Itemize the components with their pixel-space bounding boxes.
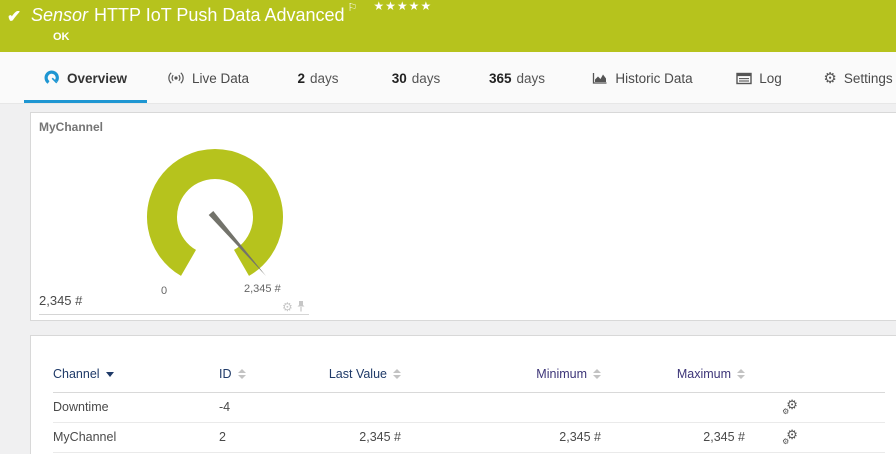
gauge-widget-divider [39,314,309,315]
channel-table: Channel ID Last Value Minimum Maximum [53,356,885,453]
broadcast-icon [167,71,185,85]
channel-settings-gears-icon[interactable]: ⚙⚙ [782,400,798,414]
channel-table-card: Channel ID Last Value Minimum Maximum [30,335,896,454]
gear-icon: ⚙ [823,71,836,86]
tab-day-count: 30 [392,71,407,86]
column-label: ID [219,367,232,381]
tab-365-days[interactable]: 365 days [482,52,552,104]
column-header-actions [745,356,835,392]
maximum-cell: 2,345 # [601,422,745,452]
channel-name-cell[interactable]: MyChannel [53,422,219,452]
tab-settings[interactable]: ⚙ Settings [820,52,896,104]
tab-day-unit: days [310,71,339,86]
sort-desc-icon [106,372,114,377]
sort-both-icon [593,369,601,379]
gauge-icon [44,70,60,86]
table-row: MyChannel 2 2,345 # 2,345 # 2,345 # ⚙⚙ [53,422,885,452]
table-row: Downtime -4 ⚙⚙ [53,392,885,422]
tab-30-days[interactable]: 30 days [384,52,448,104]
channel-id-cell: -4 [219,392,301,422]
tab-day-unit: days [412,71,441,86]
sensor-title: HTTP IoT Push Data Advanced [94,5,344,25]
tab-label: Settings [844,71,893,86]
tab-overview[interactable]: Overview [24,52,147,104]
column-header-id[interactable]: ID [219,356,301,392]
tab-historic-data[interactable]: Historic Data [585,52,700,104]
last-value-cell: 2,345 # [301,422,401,452]
sort-both-icon [393,369,401,379]
column-header-minimum[interactable]: Minimum [401,356,601,392]
channel-name-cell[interactable]: Downtime [53,392,219,422]
tab-2-days[interactable]: 2 days [288,52,348,104]
column-label: Channel [53,367,100,381]
minimum-cell: 2,345 # [401,422,601,452]
tab-day-count: 365 [489,71,512,86]
tab-day-count: 2 [297,71,305,86]
sensor-status-header: ✔ Sensor HTTP IoT Push Data Advanced ⚐ ★★★★… [0,0,896,52]
channel-id-cell: 2 [219,422,301,452]
gauge-chart [131,139,301,289]
gauge-current-value: 2,345 # [39,293,82,308]
table-header-row: Channel ID Last Value Minimum Maximum [53,356,885,392]
column-label: Last Value [329,367,387,381]
flag-icon[interactable]: ⚐ [348,2,358,14]
gauge-card: MyChannel 0 2,345 # 2,345 # ⚙ [30,112,896,321]
status-badge: OK [53,31,70,43]
gauge-scale-max: 2,345 # [244,283,281,295]
gauge-settings-gear-icon[interactable]: ⚙ [282,301,293,313]
tab-label: Overview [67,71,127,86]
column-label: Minimum [536,367,587,381]
area-chart-icon [592,71,608,85]
minimum-cell [401,392,601,422]
tab-log[interactable]: Log [731,52,787,104]
column-header-last-value[interactable]: Last Value [301,356,401,392]
channel-gauge-title: MyChannel [39,120,103,134]
tab-label: Live Data [192,71,249,86]
gauge-scale-min: 0 [153,285,175,297]
log-icon [736,72,752,85]
object-kind-label: Sensor [31,5,88,25]
sort-both-icon [238,369,246,379]
column-header-channel[interactable]: Channel [53,356,219,392]
gauge-tools: ⚙ [282,300,306,313]
tab-day-unit: days [517,71,546,86]
tab-label: Log [759,71,782,86]
pin-icon[interactable] [296,300,306,313]
column-label: Maximum [677,367,731,381]
last-value-cell [301,392,401,422]
maximum-cell [601,392,745,422]
sensor-title-line: SensorHTTP IoT Push Data Advanced⚐★★★★★ [31,5,432,26]
column-header-maximum[interactable]: Maximum [601,356,745,392]
channel-settings-gears-icon[interactable]: ⚙⚙ [782,430,798,444]
tab-bar: Overview Live Data 2 days 30 days 365 da… [0,52,896,104]
priority-stars[interactable]: ★★★★★ [373,0,432,13]
tab-live-data[interactable]: Live Data [160,52,256,104]
sort-both-icon [737,369,745,379]
tab-label: Historic Data [615,71,692,86]
status-check-icon: ✔ [7,7,21,27]
